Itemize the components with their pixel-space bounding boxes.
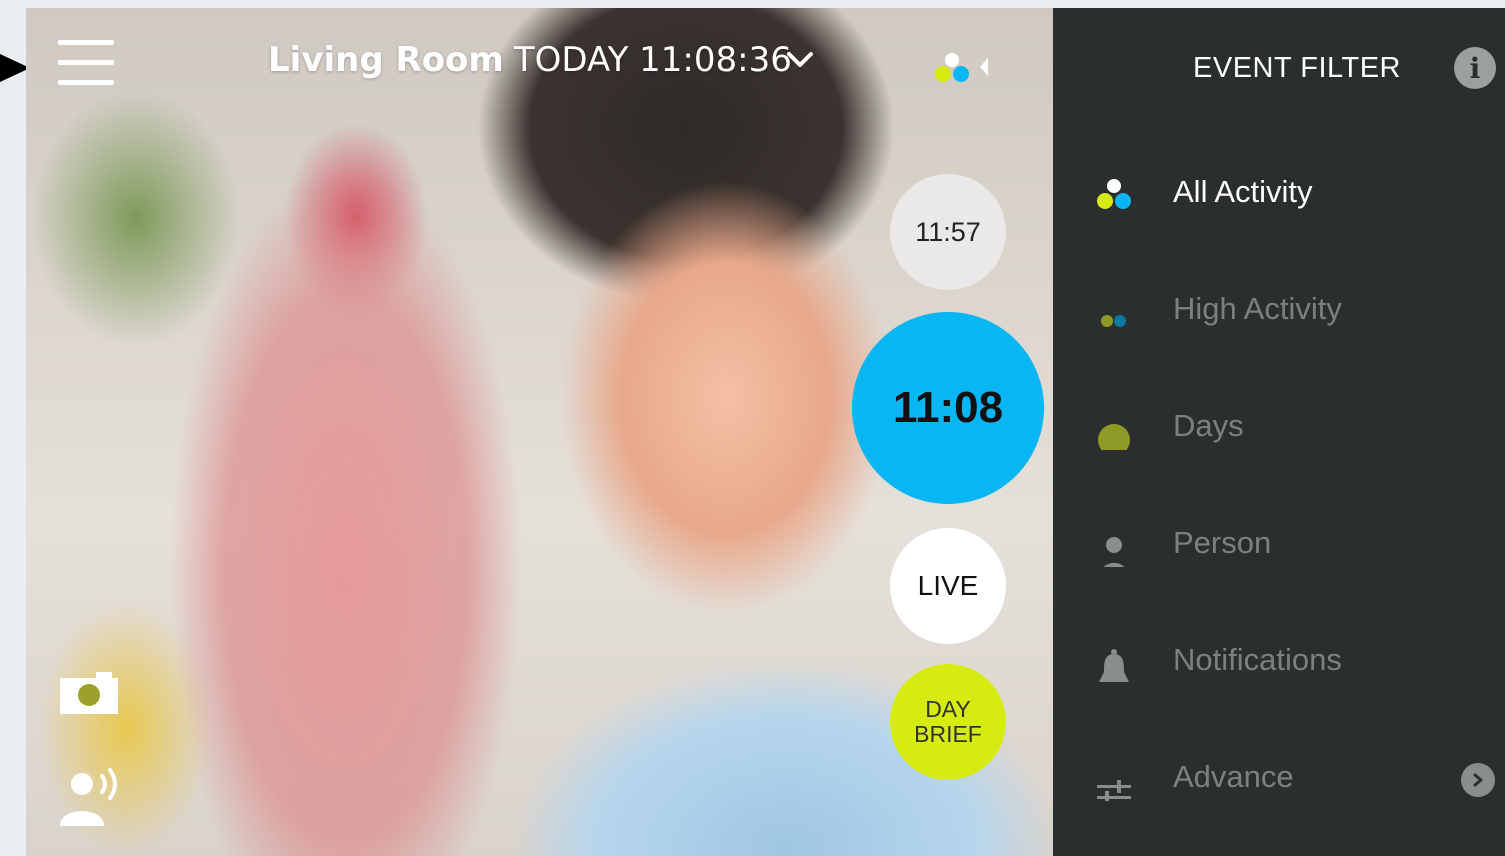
live-button[interactable]: LIVE [890,528,1006,644]
event-filter-panel: EVENT FILTER i All Activity High Activit… [1053,8,1505,856]
filter-item-notifications[interactable]: Notifications [1053,622,1505,702]
chevron-right-icon[interactable] [1461,763,1495,797]
snapshot-icon[interactable] [60,672,118,714]
days-dot-icon [1098,424,1130,450]
filter-item-label: Notifications [1173,642,1342,677]
event-bubble-past[interactable]: 11:57 [890,174,1006,290]
day-label: TODAY [513,40,629,80]
bell-icon [1099,649,1129,682]
filter-item-person[interactable]: Person [1053,505,1505,585]
high-activity-dots-icon [1101,315,1126,327]
filter-item-advance[interactable]: Advance [1053,739,1505,819]
filter-item-high-activity[interactable]: High Activity [1053,271,1505,351]
person-icon [1103,537,1125,567]
current-timestamp: 11:08:36 [639,40,792,80]
chevron-down-icon[interactable] [786,50,814,70]
filter-item-label: Advance [1173,759,1294,794]
activity-dots-icon [1097,179,1131,209]
room-name: Living Room [268,40,504,80]
panel-title: EVENT FILTER [1193,52,1401,84]
menu-icon[interactable] [58,40,114,86]
info-icon[interactable]: i [1454,47,1496,89]
event-bubble-current[interactable]: 11:08 [852,312,1044,504]
filter-item-label: All Activity [1173,174,1313,209]
talk-icon[interactable] [58,766,122,830]
activity-filter-icon[interactable] [930,50,992,84]
filter-item-days[interactable]: Days [1053,388,1505,468]
filter-item-label: High Activity [1173,291,1342,326]
filter-item-all-activity[interactable]: All Activity [1053,154,1505,234]
filter-item-label: Person [1173,525,1272,560]
camera-title[interactable]: Living Room TODAY 11:08:36 [268,40,792,80]
day-brief-button[interactable]: DAY BRIEF [890,664,1006,780]
filter-item-label: Days [1173,408,1244,443]
sliders-icon [1097,780,1131,801]
